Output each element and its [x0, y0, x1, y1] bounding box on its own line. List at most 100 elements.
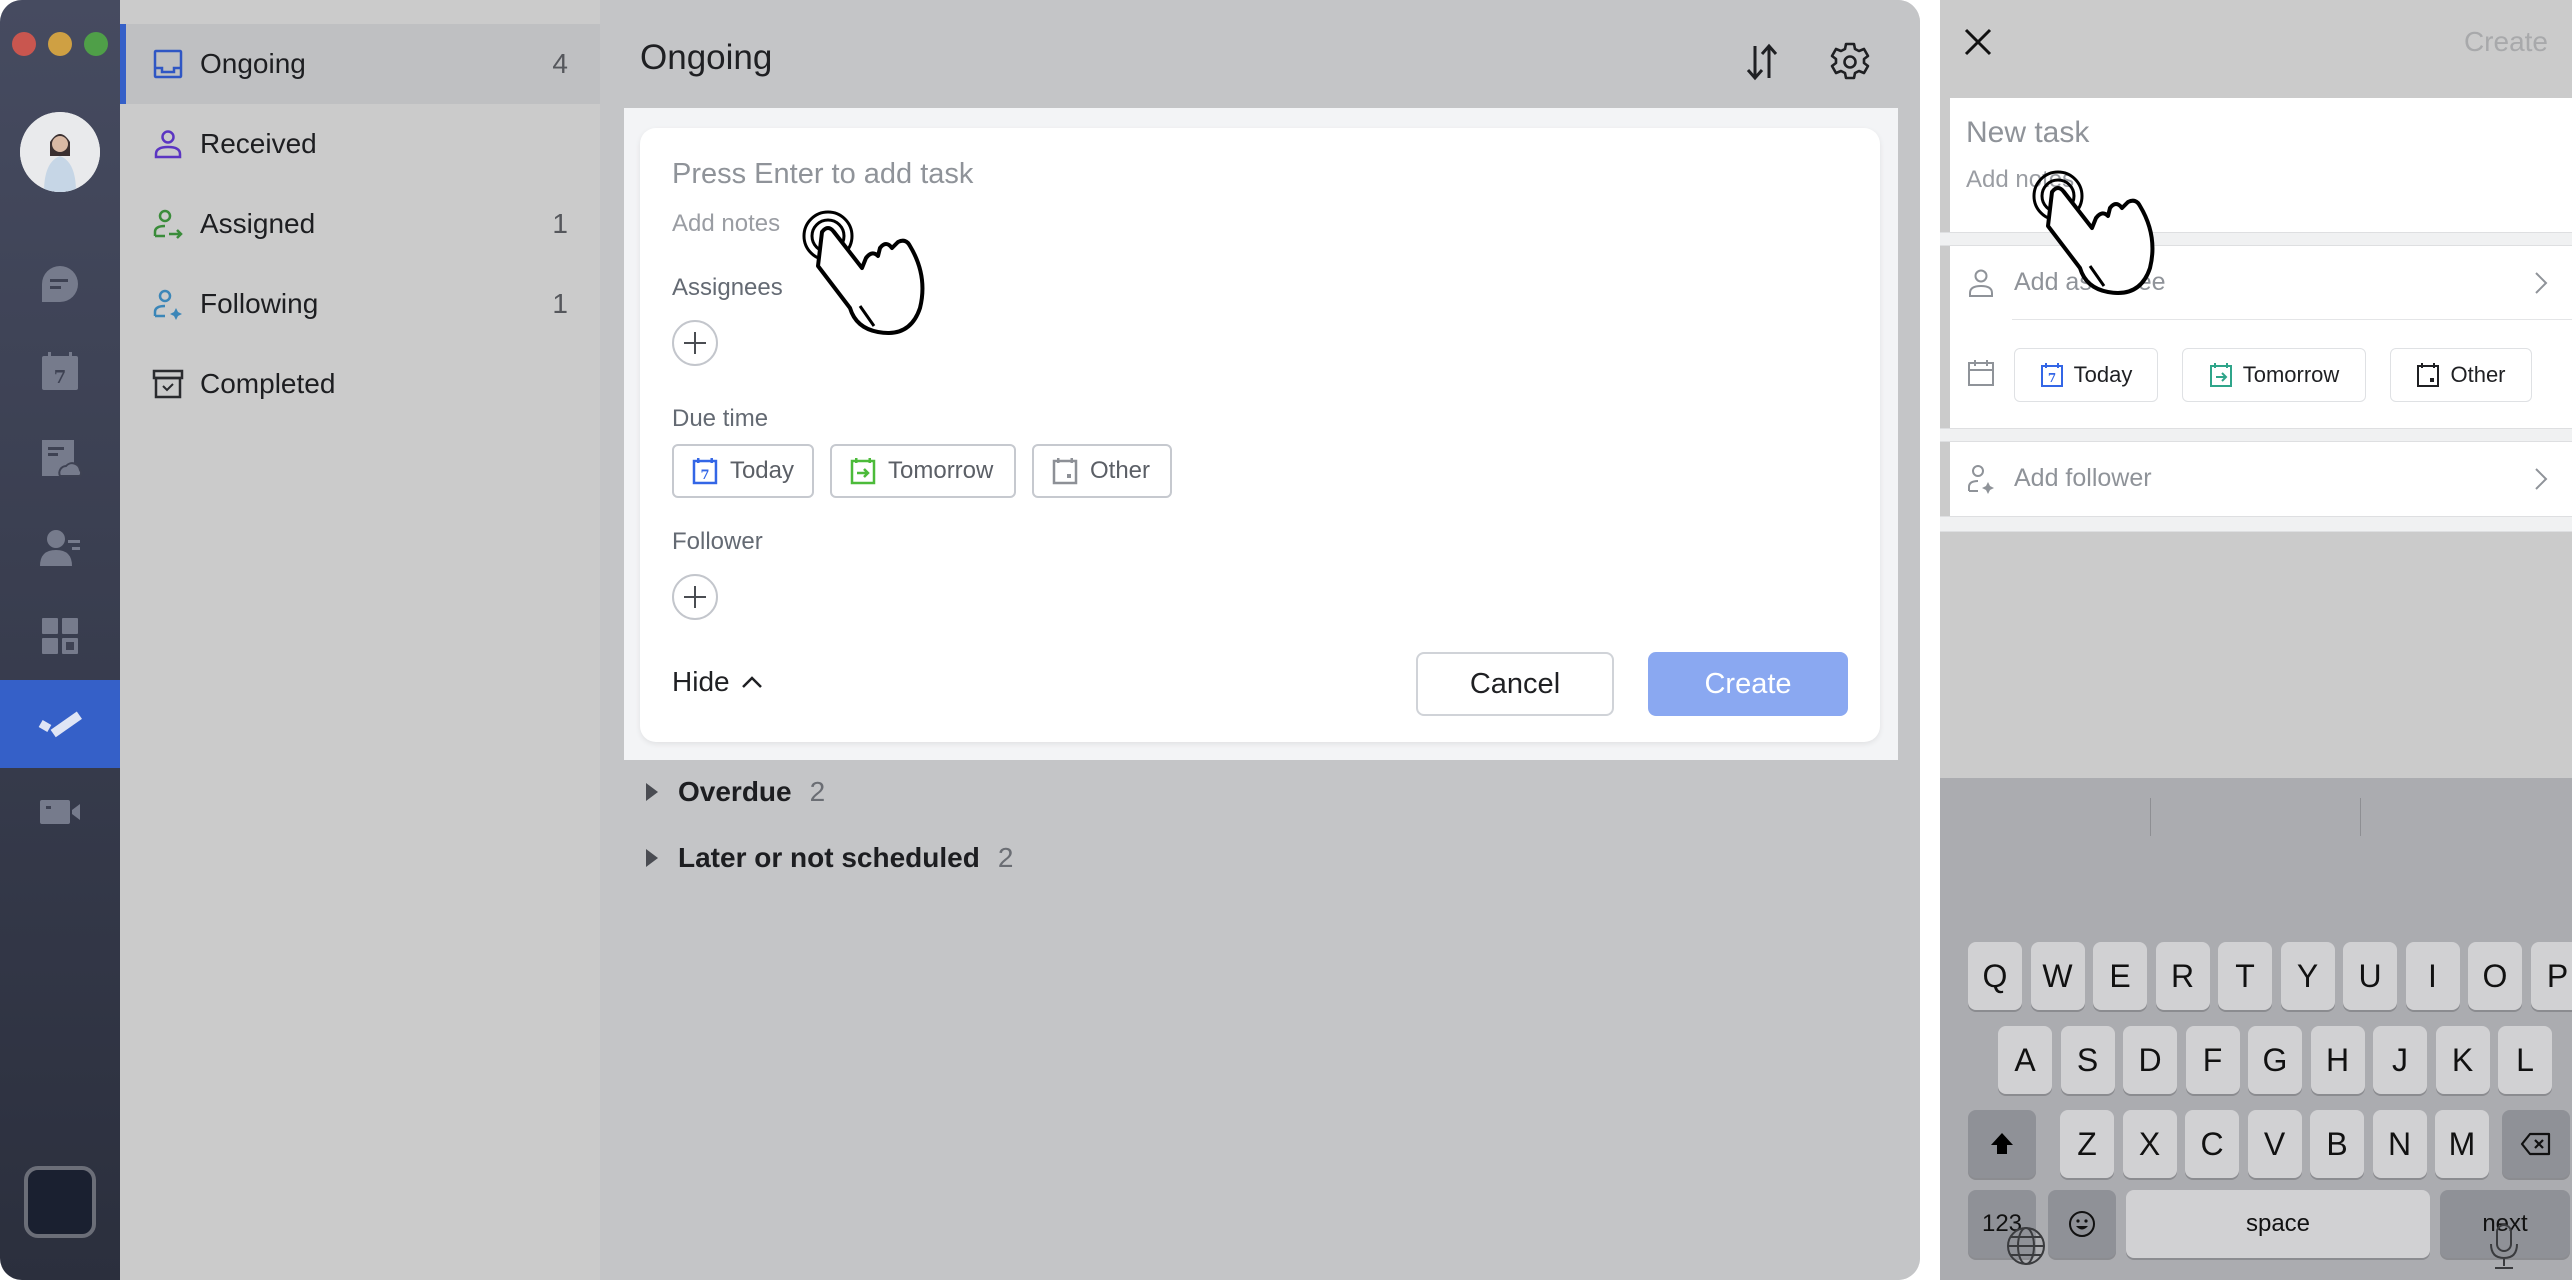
add-assignee-row[interactable]: Add assignee: [1950, 246, 2572, 320]
calendar-tomorrow-icon: [2209, 363, 2232, 387]
list-item-assigned[interactable]: Assigned 1: [120, 184, 600, 264]
key-b[interactable]: B: [2310, 1110, 2364, 1178]
add-follower-button[interactable]: [672, 574, 718, 620]
on-screen-keyboard: 123 space next QWERTYUIOPASDFGHJKLZXCVBN…: [1940, 778, 2572, 1280]
list-item-completed[interactable]: Completed: [120, 344, 600, 424]
key-k[interactable]: K: [2435, 1026, 2490, 1094]
key-r[interactable]: R: [2155, 942, 2210, 1010]
key-h[interactable]: H: [2310, 1026, 2365, 1094]
app-navigation-rail: 7: [0, 0, 120, 1280]
key-m[interactable]: M: [2435, 1110, 2489, 1178]
key-g[interactable]: G: [2248, 1026, 2302, 1094]
backspace-key[interactable]: [2502, 1110, 2570, 1178]
task-notes-input[interactable]: Add notes: [672, 210, 780, 238]
task-main-panel: Ongoing Press Enter to add task Add note…: [600, 0, 1920, 1280]
key-o[interactable]: O: [2468, 942, 2522, 1010]
person-follow-icon: [1968, 465, 1994, 494]
person-icon: [1969, 269, 1993, 297]
workplace-icon: [42, 618, 78, 654]
key-i[interactable]: I: [2405, 942, 2460, 1010]
hide-label: Hide: [672, 666, 730, 697]
space-key[interactable]: space: [2126, 1190, 2430, 1258]
hide-options-button[interactable]: Hide: [672, 666, 764, 698]
mobile-due-tomorrow-button[interactable]: Tomorrow: [2182, 348, 2366, 402]
list-item-ongoing[interactable]: Ongoing 4: [120, 24, 600, 104]
calendar-tomorrow-icon: [850, 458, 876, 485]
key-v[interactable]: V: [2247, 1110, 2302, 1178]
group-overdue[interactable]: Overdue 2: [644, 776, 825, 808]
chevron-up-icon: [741, 676, 762, 688]
shift-key[interactable]: [1968, 1110, 2036, 1178]
key-z[interactable]: Z: [2060, 1110, 2114, 1178]
calendar-other-icon: [2417, 363, 2440, 387]
due-other-label: Other: [1090, 457, 1151, 484]
caret-right-icon: [646, 783, 658, 801]
cancel-button[interactable]: Cancel: [1416, 652, 1614, 716]
section-divider: [1940, 516, 2572, 532]
due-tomorrow-button[interactable]: Tomorrow: [830, 444, 1016, 498]
gear-icon: [1830, 42, 1870, 80]
create-button[interactable]: Create: [1648, 652, 1848, 716]
rail-item-workplace[interactable]: [0, 592, 120, 680]
svg-text:7: 7: [700, 468, 709, 483]
key-l[interactable]: L: [2498, 1026, 2552, 1094]
key-y[interactable]: Y: [2280, 942, 2335, 1010]
mobile-task-title-input[interactable]: New task: [1966, 116, 2089, 150]
rail-item-tasks[interactable]: [0, 680, 120, 768]
task-title-input[interactable]: Press Enter to add task: [672, 158, 973, 191]
person-assign-icon: [153, 209, 183, 239]
microphone-icon[interactable]: [2486, 1222, 2522, 1272]
rail-item-docs[interactable]: [0, 416, 120, 504]
due-other-button[interactable]: Other: [1032, 444, 1172, 498]
chevron-right-icon: [2535, 468, 2548, 490]
person-icon: [154, 130, 182, 159]
rail-item-meetings[interactable]: [0, 768, 120, 856]
add-assignee-button[interactable]: [672, 320, 718, 366]
key-n[interactable]: N: [2372, 1110, 2427, 1178]
window-minimize-button[interactable]: [48, 32, 72, 56]
window-close-button[interactable]: [12, 32, 36, 56]
list-item-received[interactable]: Received: [120, 104, 600, 184]
key-j[interactable]: J: [2373, 1026, 2427, 1094]
sort-button[interactable]: [1740, 40, 1784, 84]
globe-icon[interactable]: [2004, 1224, 2048, 1268]
key-w[interactable]: W: [2030, 942, 2085, 1010]
key-a[interactable]: A: [1998, 1026, 2052, 1094]
rail-item-messenger[interactable]: [0, 240, 120, 328]
due-today-button[interactable]: 7 Today: [672, 444, 814, 498]
add-follower-label: Add follower: [2014, 464, 2152, 492]
key-x[interactable]: X: [2122, 1110, 2177, 1178]
key-q[interactable]: Q: [1968, 942, 2022, 1010]
mobile-create-button[interactable]: Create: [2464, 26, 2548, 58]
window-zoom-button[interactable]: [84, 32, 108, 56]
add-follower-row[interactable]: Add follower: [1950, 442, 2572, 516]
list-item-label: Ongoing: [200, 48, 306, 79]
list-item-following[interactable]: Following 1: [120, 264, 600, 344]
group-later-or-not-scheduled[interactable]: Later or not scheduled 2: [644, 842, 1013, 874]
key-u[interactable]: U: [2343, 942, 2397, 1010]
mobile-due-today-button[interactable]: 7 Today: [2014, 348, 2158, 402]
key-t[interactable]: T: [2218, 942, 2272, 1010]
settings-button[interactable]: [1828, 40, 1872, 84]
quick-action-button[interactable]: [24, 1166, 96, 1238]
group-label: Later or not scheduled: [678, 842, 980, 873]
archive-icon: [152, 369, 184, 399]
user-avatar[interactable]: [20, 112, 100, 192]
key-d[interactable]: D: [2123, 1026, 2177, 1094]
mobile-task-notes-input[interactable]: Add notes: [1966, 166, 2074, 194]
mobile-due-other-button[interactable]: Other: [2390, 348, 2532, 402]
emoji-key[interactable]: [2048, 1190, 2116, 1258]
rail-item-calendar[interactable]: 7: [0, 328, 120, 416]
key-c[interactable]: C: [2185, 1110, 2239, 1178]
add-assignee-label: Add assignee: [2014, 268, 2166, 296]
group-label: Overdue: [678, 776, 792, 807]
close-button[interactable]: [1958, 22, 1998, 62]
list-item-label: Following: [200, 288, 319, 319]
key-e[interactable]: E: [2093, 942, 2147, 1010]
rail-item-contacts[interactable]: [0, 504, 120, 592]
key-p[interactable]: P: [2530, 942, 2572, 1010]
mobile-new-task-screen: Create New task Add notes Add assignee 7…: [1940, 0, 2572, 1280]
close-icon: [1964, 28, 1992, 56]
key-s[interactable]: S: [2060, 1026, 2115, 1094]
key-f[interactable]: F: [2185, 1026, 2240, 1094]
